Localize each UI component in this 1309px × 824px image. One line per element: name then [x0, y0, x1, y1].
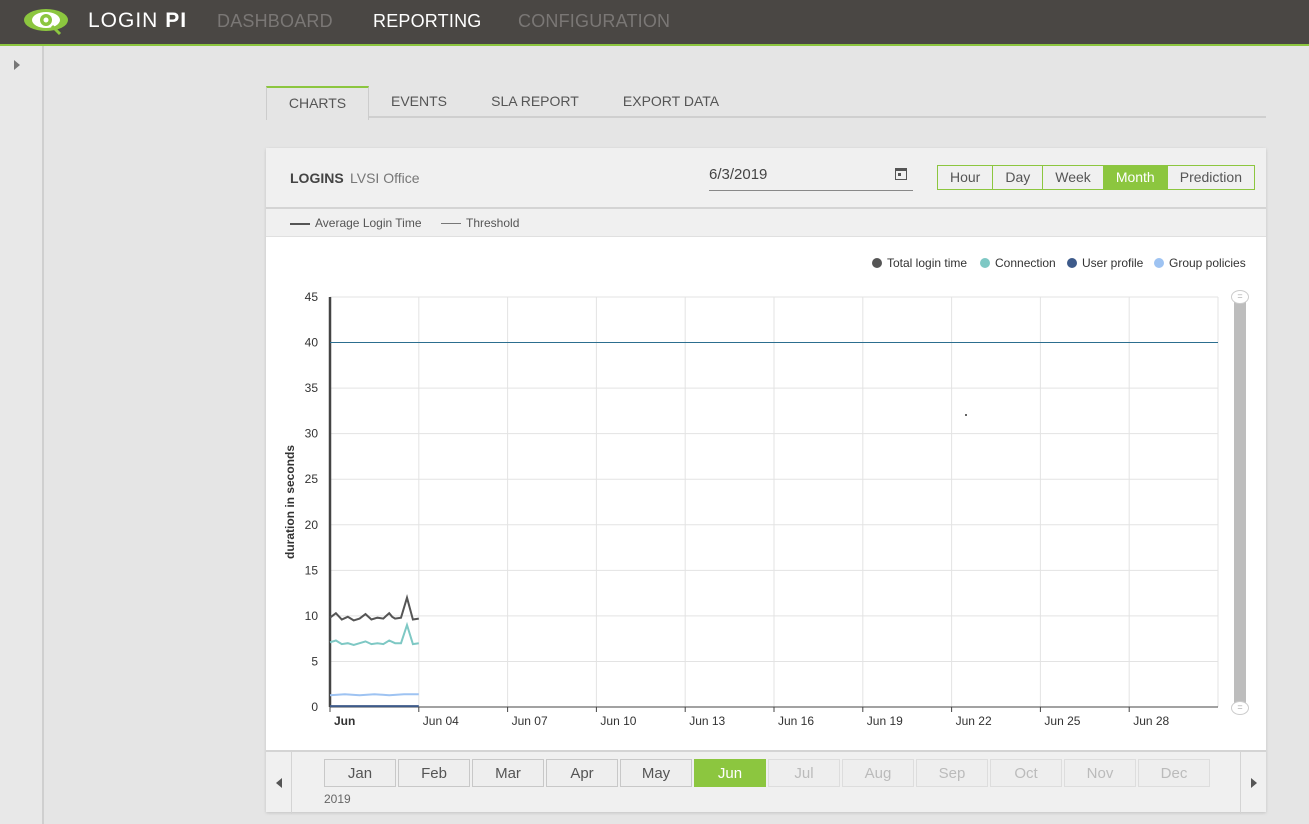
- month-mar-button[interactable]: Mar: [472, 759, 544, 787]
- vertical-zoom-scrollbar[interactable]: [1234, 296, 1246, 708]
- range-button-group: Hour Day Week Month Prediction: [937, 165, 1255, 190]
- month-oct-button: Oct: [990, 759, 1062, 787]
- legend-threshold: Threshold: [441, 216, 519, 230]
- series-line-group-policies: [329, 693, 419, 697]
- next-year-button[interactable]: [1240, 752, 1266, 814]
- month-aug-button: Aug: [842, 759, 914, 787]
- y-tick-label: 0: [311, 700, 318, 714]
- x-tick-label: Jun: [334, 714, 355, 728]
- month-may-button[interactable]: May: [620, 759, 692, 787]
- legend-dot: [1067, 258, 1077, 268]
- month-list: Jan Feb Mar Apr May Jun Jul Aug Sep Oct Nov Dec: [324, 759, 1210, 787]
- line-legend-bar: Average Login Time Threshold: [266, 209, 1266, 237]
- x-tick-label: Jun 04: [423, 714, 459, 728]
- month-sep-button: Sep: [916, 759, 988, 787]
- prev-year-button[interactable]: [266, 752, 292, 814]
- y-tick-label: 15: [305, 563, 319, 577]
- tab-events[interactable]: EVENTS: [376, 86, 462, 118]
- y-tick-label: 5: [311, 654, 318, 668]
- range-week-button[interactable]: Week: [1043, 166, 1104, 189]
- x-tick-label: Jun 19: [867, 714, 903, 728]
- chevron-left-icon: [276, 778, 282, 788]
- legend-dot: [980, 258, 990, 268]
- tab-sla-report[interactable]: SLA REPORT: [480, 86, 590, 118]
- nav-dashboard[interactable]: DASHBOARD: [217, 11, 333, 32]
- month-jun-button[interactable]: Jun: [694, 759, 766, 787]
- y-tick-label: 40: [305, 336, 319, 350]
- y-tick-label: 20: [305, 518, 319, 532]
- x-tick-label: Jun 28: [1133, 714, 1169, 728]
- legend-average-login-time: Average Login Time: [290, 216, 422, 230]
- legend-user-profile[interactable]: User profile: [1067, 256, 1143, 270]
- month-feb-button[interactable]: Feb: [398, 759, 470, 787]
- x-tick-label: Jun 10: [600, 714, 636, 728]
- brand-name: LOGIN PI: [88, 9, 188, 32]
- month-navigator: Jan Feb Mar Apr May Jun Jul Aug Sep Oct Nov Dec 201…: [266, 750, 1266, 814]
- legend-dot: [872, 258, 882, 268]
- range-month-button[interactable]: Month: [1103, 166, 1168, 189]
- y-tick-label: 25: [305, 472, 319, 486]
- x-tick-label: Jun 22: [956, 714, 992, 728]
- zoom-bottom-handle[interactable]: =: [1231, 701, 1249, 715]
- y-tick-label: 10: [305, 609, 319, 623]
- expand-panel-icon[interactable]: [14, 60, 20, 70]
- eye-logo-icon[interactable]: [22, 6, 72, 36]
- logins-chart-card: LOGINS LVSI Office 6/3/2019 Hour Day Wee…: [266, 148, 1266, 812]
- month-apr-button[interactable]: Apr: [546, 759, 618, 787]
- calendar-icon[interactable]: [895, 168, 907, 180]
- top-navbar: LOGIN PI DASHBOARD REPORTING CONFIGURATI…: [0, 0, 1309, 46]
- card-subtitle: LVSI Office: [350, 170, 420, 186]
- card-title: LOGINS: [290, 170, 344, 186]
- y-tick-label: 30: [305, 427, 319, 441]
- zoom-top-handle[interactable]: =: [1231, 290, 1249, 304]
- card-header: LOGINS LVSI Office 6/3/2019 Hour Day Wee…: [266, 148, 1266, 209]
- month-nov-button: Nov: [1064, 759, 1136, 787]
- report-tabs: CHARTS EVENTS SLA REPORT EXPORT DATA: [266, 86, 1266, 120]
- tab-charts[interactable]: CHARTS: [266, 86, 369, 120]
- tab-export-data[interactable]: EXPORT DATA: [611, 86, 731, 118]
- chevron-right-icon: [1251, 778, 1257, 788]
- range-prediction-button[interactable]: Prediction: [1168, 166, 1254, 189]
- legend-group-policies[interactable]: Group policies: [1154, 256, 1246, 270]
- legend-connection[interactable]: Connection: [980, 256, 1056, 270]
- x-tick-label: Jun 07: [512, 714, 548, 728]
- y-axis-title: duration in seconds: [283, 445, 297, 559]
- range-day-button[interactable]: Day: [993, 166, 1044, 189]
- average-line-swatch: [290, 222, 310, 225]
- y-tick-label: 35: [305, 381, 319, 395]
- date-value: 6/3/2019: [709, 166, 768, 183]
- series-line-total-login-time: [329, 594, 419, 622]
- x-tick-label: Jun 25: [1044, 714, 1080, 728]
- nav-reporting[interactable]: REPORTING: [373, 11, 481, 32]
- series-line-connection: [329, 621, 419, 647]
- login-duration-chart: 0 5 10 15 20 25 30 35 40 45 Jun Jun 04 Jun 07 Jun 10 J…: [283, 290, 1219, 728]
- month-dec-button: Dec: [1138, 759, 1210, 787]
- threshold-line-swatch: [441, 223, 461, 225]
- month-jul-button: Jul: [768, 759, 840, 787]
- date-input[interactable]: 6/3/2019: [709, 164, 913, 191]
- x-tick-label: Jun 13: [689, 714, 725, 728]
- side-panel-collapsed: [0, 46, 44, 824]
- month-jan-button[interactable]: Jan: [324, 759, 396, 787]
- legend-dot: [1154, 258, 1164, 268]
- range-hour-button[interactable]: Hour: [938, 166, 994, 189]
- y-tick-label: 45: [305, 290, 319, 304]
- x-tick-label: Jun 16: [778, 714, 814, 728]
- stray-point: [965, 414, 967, 416]
- legend-total-login-time[interactable]: Total login time: [872, 256, 967, 270]
- year-label: 2019: [324, 792, 351, 806]
- nav-configuration[interactable]: CONFIGURATION: [518, 11, 670, 32]
